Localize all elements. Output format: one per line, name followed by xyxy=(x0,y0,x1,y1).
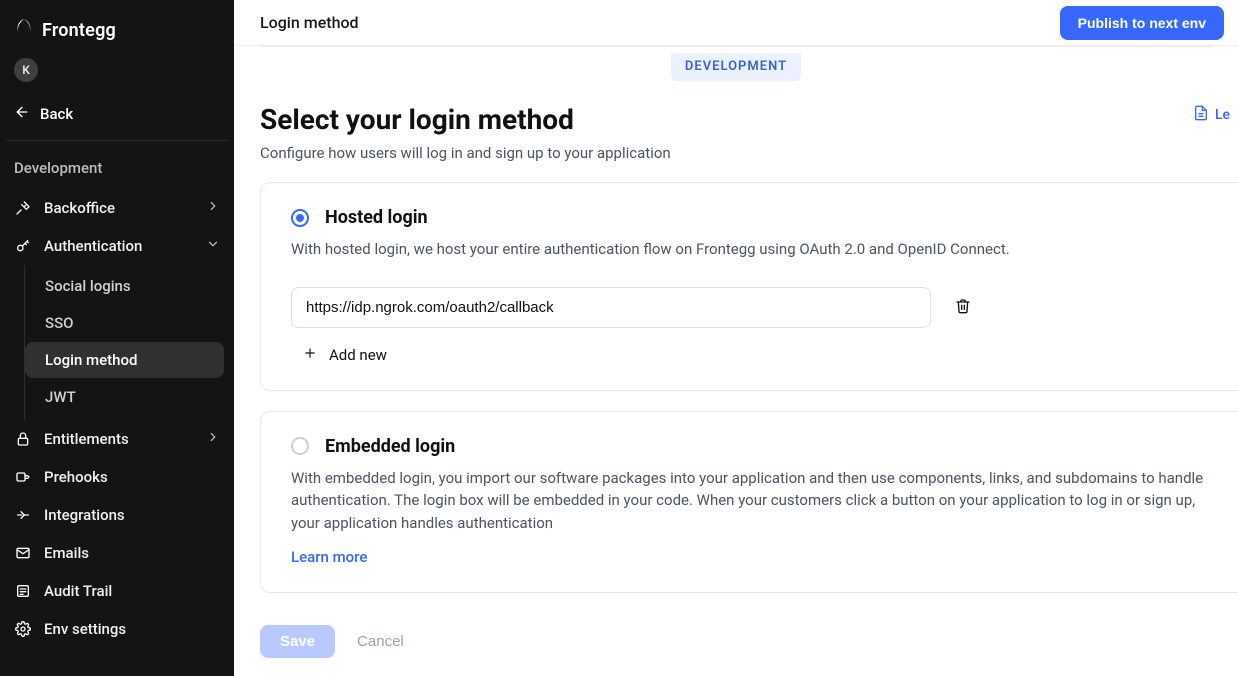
sidebar-item-authentication[interactable]: Authentication xyxy=(0,227,234,265)
sidebar-item-label: Env settings xyxy=(44,620,126,638)
gear-icon xyxy=(14,621,32,637)
add-callback-button[interactable]: Add new xyxy=(291,346,1208,364)
embedded-login-description: With embedded login, you import our soft… xyxy=(291,467,1208,535)
sidebar-item-social-logins[interactable]: Social logins xyxy=(25,268,224,304)
sidebar-item-backoffice[interactable]: Backoffice xyxy=(0,189,234,227)
chevron-right-icon xyxy=(206,199,220,217)
env-badge-row: DEVELOPMENT xyxy=(260,46,1212,81)
sidebar-item-jwt[interactable]: JWT xyxy=(25,379,224,415)
sidebar: Frontegg K Back Development Backoffice A… xyxy=(0,0,234,676)
document-icon xyxy=(1193,105,1209,125)
main: Login method Publish to next env DEVELOP… xyxy=(234,0,1238,676)
authentication-subnav: Social logins SSO Login method JWT xyxy=(24,265,234,420)
tools-icon xyxy=(14,200,32,216)
hosted-login-radio[interactable] xyxy=(291,209,309,227)
sidebar-item-label: Entitlements xyxy=(44,430,129,448)
topbar: Login method Publish to next env xyxy=(234,0,1238,46)
chevron-right-icon xyxy=(206,430,220,448)
delete-callback-button[interactable] xyxy=(951,293,975,322)
avatar[interactable]: K xyxy=(14,58,38,82)
arrow-left-icon xyxy=(14,104,30,124)
sidebar-item-label: Backoffice xyxy=(44,199,115,217)
hosted-login-description: With hosted login, we host your entire a… xyxy=(291,238,1208,261)
cancel-button[interactable]: Cancel xyxy=(357,633,404,650)
sidebar-item-login-method[interactable]: Login method xyxy=(25,342,224,378)
sidebar-item-emails[interactable]: Emails xyxy=(0,534,234,572)
hosted-login-title: Hosted login xyxy=(325,207,428,228)
sidebar-item-entitlements[interactable]: Entitlements xyxy=(0,420,234,458)
lock-icon xyxy=(14,431,32,447)
page-breadcrumb: Login method xyxy=(260,13,359,32)
sidebar-item-label: Integrations xyxy=(44,506,125,524)
env-badge: DEVELOPMENT xyxy=(671,53,801,81)
sidebar-item-label: Prehooks xyxy=(44,468,108,486)
sidebar-item-integrations[interactable]: Integrations xyxy=(0,496,234,534)
trash-icon xyxy=(955,303,971,318)
add-callback-label: Add new xyxy=(329,346,387,364)
back-button[interactable]: Back xyxy=(0,94,234,140)
sidebar-item-label: Audit Trail xyxy=(44,582,112,600)
sidebar-item-audit-trail[interactable]: Audit Trail xyxy=(0,572,234,610)
integrations-icon xyxy=(14,507,32,523)
back-label: Back xyxy=(40,105,73,123)
save-button[interactable]: Save xyxy=(260,625,335,658)
webhook-icon xyxy=(14,469,32,485)
sidebar-item-sso[interactable]: SSO xyxy=(25,305,224,341)
docs-link-label: Le xyxy=(1215,107,1230,123)
brand-logo-icon xyxy=(14,18,34,42)
embedded-login-radio[interactable] xyxy=(291,437,309,455)
page-title: Select your login method xyxy=(260,103,1212,136)
avatar-row: K xyxy=(0,58,234,94)
key-icon xyxy=(14,238,32,254)
sidebar-item-env-settings[interactable]: Env settings xyxy=(0,610,234,648)
chevron-down-icon xyxy=(206,237,220,255)
footer-actions: Save Cancel xyxy=(234,613,1238,658)
embedded-login-title: Embedded login xyxy=(325,436,455,457)
embedded-login-card: Embedded login With embedded login, you … xyxy=(260,411,1238,594)
page-subtitle: Configure how users will log in and sign… xyxy=(260,144,1212,162)
list-icon xyxy=(14,583,32,599)
sidebar-item-prehooks[interactable]: Prehooks xyxy=(0,458,234,496)
sidebar-item-label: Emails xyxy=(44,544,89,562)
mail-icon xyxy=(14,545,32,561)
brand-name: Frontegg xyxy=(42,20,116,41)
docs-link[interactable]: Le xyxy=(1193,105,1230,125)
learn-more-link[interactable]: Learn more xyxy=(291,548,367,566)
plus-icon xyxy=(303,346,317,364)
hosted-login-card: Hosted login With hosted login, we host … xyxy=(260,182,1238,391)
env-label: Development xyxy=(0,149,234,189)
brand-header: Frontegg xyxy=(0,0,234,58)
sidebar-item-label: Authentication xyxy=(44,237,142,255)
sidebar-separator xyxy=(6,140,228,141)
publish-button[interactable]: Publish to next env xyxy=(1060,6,1224,40)
callback-url-input[interactable] xyxy=(291,287,931,328)
